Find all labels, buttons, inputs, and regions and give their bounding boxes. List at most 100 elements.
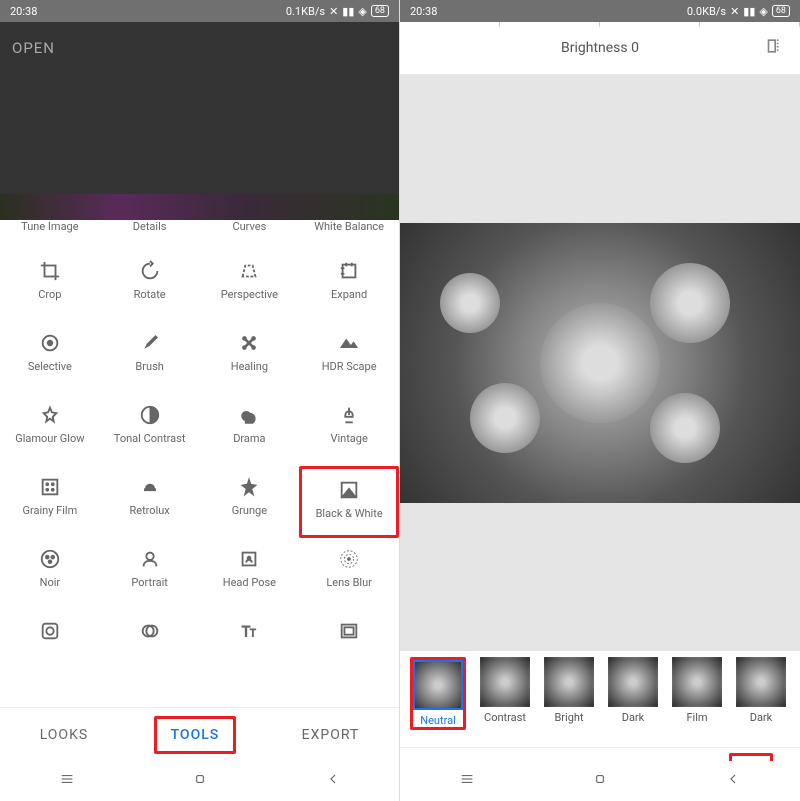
preset-thumb [672,657,722,707]
bottom-tabs: LOOKS TOOLS EXPORT [0,707,399,761]
preset-bright[interactable]: Bright [544,657,594,724]
tool-label: Expand [331,288,367,301]
tab-export[interactable]: EXPORT [288,719,374,751]
tool-label: Retrolux [129,504,169,517]
tool-label: Vintage [330,432,367,445]
tool-perspective[interactable]: Perspective [200,250,300,322]
nav-recent-icon[interactable] [459,771,475,791]
wifi-icon: ◈ [759,5,767,18]
preset-row: Neutral Contrast Bright Dark Film Dark [400,651,800,747]
tool-retrolux[interactable]: Retrolux [100,466,200,538]
tool-label: Portrait [131,576,168,589]
tool-label: Crop [38,288,61,301]
signal-icon: ▮▮ [743,5,755,18]
nav-back-icon[interactable] [725,771,741,791]
tool-text[interactable]: TT [200,610,300,682]
preset-label: Bright [554,711,583,724]
battery-icon: 68 [371,5,389,17]
tool-white-balance[interactable]: White Balance [299,220,399,250]
tool-label: HDR Scape [322,360,377,373]
param-header: Brightness 0 [400,22,800,74]
tool-tune-image[interactable]: Tune Image [0,220,100,250]
tool-expand[interactable]: Expand [299,250,399,322]
tool-label: Glamour Glow [15,432,84,445]
preset-label: Neutral [420,714,456,727]
nav-back-icon[interactable] [325,771,341,791]
tool-selective[interactable]: Selective [0,322,100,394]
tool-crop[interactable]: Crop [0,250,100,322]
svg-text:T: T [250,629,256,640]
tool-label: Grainy Film [23,504,78,517]
tool-label: Healing [231,360,268,373]
tool-vintage[interactable]: Vintage [299,394,399,466]
clock: 20:38 [410,5,437,18]
tool-lensblur[interactable]: Lens Blur [299,538,399,610]
preset-dark[interactable]: Dark [608,657,658,724]
wifi-icon: ◈ [358,5,366,18]
tool-brush[interactable]: Brush [100,322,200,394]
tool-drama[interactable]: Drama [200,394,300,466]
tool-grunge[interactable]: Grunge [200,466,300,538]
dimmed-backdrop: OPEN i [0,22,399,220]
tool-label: Perspective [221,288,278,301]
tool-grainy[interactable]: Grainy Film [0,466,100,538]
open-button[interactable]: OPEN [12,39,55,57]
clock: 20:38 [10,5,37,18]
tool-frames[interactable] [299,610,399,682]
nav-home-icon[interactable] [192,771,208,791]
tool-portrait[interactable]: Portrait [100,538,200,610]
preset-label: Dark [622,711,645,724]
preset-darker[interactable]: Dark [736,657,786,724]
tool-label: Black & White [316,507,383,520]
mute-icon: ✕ [730,5,739,18]
tool-label: Tonal Contrast [114,432,186,445]
image-canvas[interactable] [400,74,800,651]
tab-tools[interactable]: TOOLS [154,716,237,754]
preset-thumb [544,657,594,707]
preview-image [400,223,800,503]
tool-label: Head Pose [223,576,276,589]
preset-thumb [608,657,658,707]
preset-thumb [736,657,786,707]
tool-curves[interactable]: Curves [200,220,300,250]
system-nav [0,761,399,801]
battery-icon: 68 [772,5,790,17]
tool-tonal[interactable]: Tonal Contrast [100,394,200,466]
param-label: Brightness 0 [561,40,639,56]
tool-label: Drama [233,432,265,445]
nav-home-icon[interactable] [592,771,608,791]
tool-label: Lens Blur [326,576,372,589]
mute-icon: ✕ [329,5,338,18]
tool-hdr[interactable]: HDR Scape [299,322,399,394]
tab-looks[interactable]: LOOKS [26,719,102,751]
tool-details[interactable]: Details [100,220,200,250]
tool-label: Grunge [232,504,267,517]
tool-label: Rotate [134,288,166,301]
preset-label: Contrast [484,711,526,724]
net-rate: 0.0KB/s [687,5,726,18]
preset-label: Film [686,711,707,724]
tool-bw[interactable]: Black & White [299,466,399,538]
tool-label: Selective [28,360,72,373]
preset-thumb [480,657,530,707]
tool-label: Noir [40,576,61,589]
compare-icon[interactable] [766,36,786,60]
tool-noir[interactable]: Noir [0,538,100,610]
status-bar: 20:38 0.0KB/s ✕ ▮▮ ◈ 68 [400,0,800,22]
tool-vignette[interactable] [0,610,100,682]
tool-double[interactable] [100,610,200,682]
preset-film[interactable]: Film [672,657,722,724]
tool-glamour[interactable]: Glamour Glow [0,394,100,466]
preset-neutral[interactable]: Neutral [410,657,466,730]
preset-label: Dark [750,711,773,724]
net-rate: 0.1KB/s [286,5,325,18]
preset-thumb [413,660,463,710]
system-nav [400,761,800,801]
tool-rotate[interactable]: Rotate [100,250,200,322]
nav-recent-icon[interactable] [59,771,75,791]
tool-headpose[interactable]: Head Pose [200,538,300,610]
preset-contrast[interactable]: Contrast [480,657,530,724]
tool-healing[interactable]: Healing [200,322,300,394]
tool-label: Brush [135,360,163,373]
status-bar: 20:38 0.1KB/s ✕ ▮▮ ◈ 68 [0,0,399,22]
